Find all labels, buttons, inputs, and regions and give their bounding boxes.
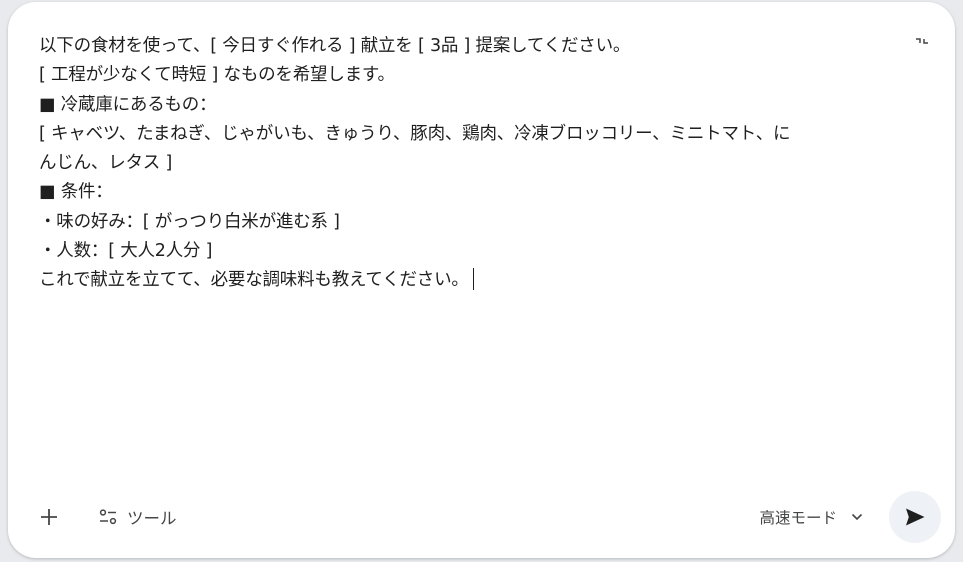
prompt-line: 以下の食材を使って、[ 今日すぐ作れる ] 献立を [ 3品 ] 提案してくださ… [39,36,631,56]
send-button[interactable] [889,491,941,543]
text-caret [472,268,475,291]
prompt-line: ・味の好み：[ がっつり白米が進む系 ] [39,211,340,232]
prompt-input[interactable]: 以下の食材を使って、[ 今日すぐ作れる ] 献立を [ 3品 ] 提案してくださ… [39,32,919,296]
prompt-line-text: これで献立を立てて、必要な調味料も教えてください。 [39,270,469,291]
plus-icon [41,509,57,525]
prompt-line: [ キャベツ、たまねぎ、じゃがいも、きゅうり、豚肉、鶏肉、冷凍ブロッコリー、ミニ… [39,123,791,144]
chevron-down-icon [851,513,863,521]
collapse-button[interactable] [909,28,935,54]
prompt-composer: 以下の食材を使って、[ 今日すぐ作れる ] 献立を [ 3品 ] 提案してくださ… [8,2,955,558]
prompt-line-last: これで献立を立てて、必要な調味料も教えてください。 [39,266,919,295]
send-icon [906,508,925,526]
add-button[interactable] [32,500,66,534]
composer-toolbar: ツール 高速モード [8,482,955,558]
prompt-line: ■ 条件： [39,182,113,203]
tools-sliders-icon [99,509,117,525]
mode-label: 高速モード [759,509,837,527]
mode-selector[interactable]: 高速モード [753,500,869,534]
prompt-line: ■ 冷蔵庫にあるもの： [39,94,217,115]
prompt-line: [ 工程が少なくて時短 ] なものを希望します。 [39,65,395,86]
collapse-icon [916,38,928,44]
tools-button[interactable]: ツール [90,499,185,535]
prompt-line: んじん、レタス ] [39,153,173,174]
tools-label: ツール [127,509,177,528]
prompt-line: ・人数：[ 大人2人分 ] [39,241,213,262]
